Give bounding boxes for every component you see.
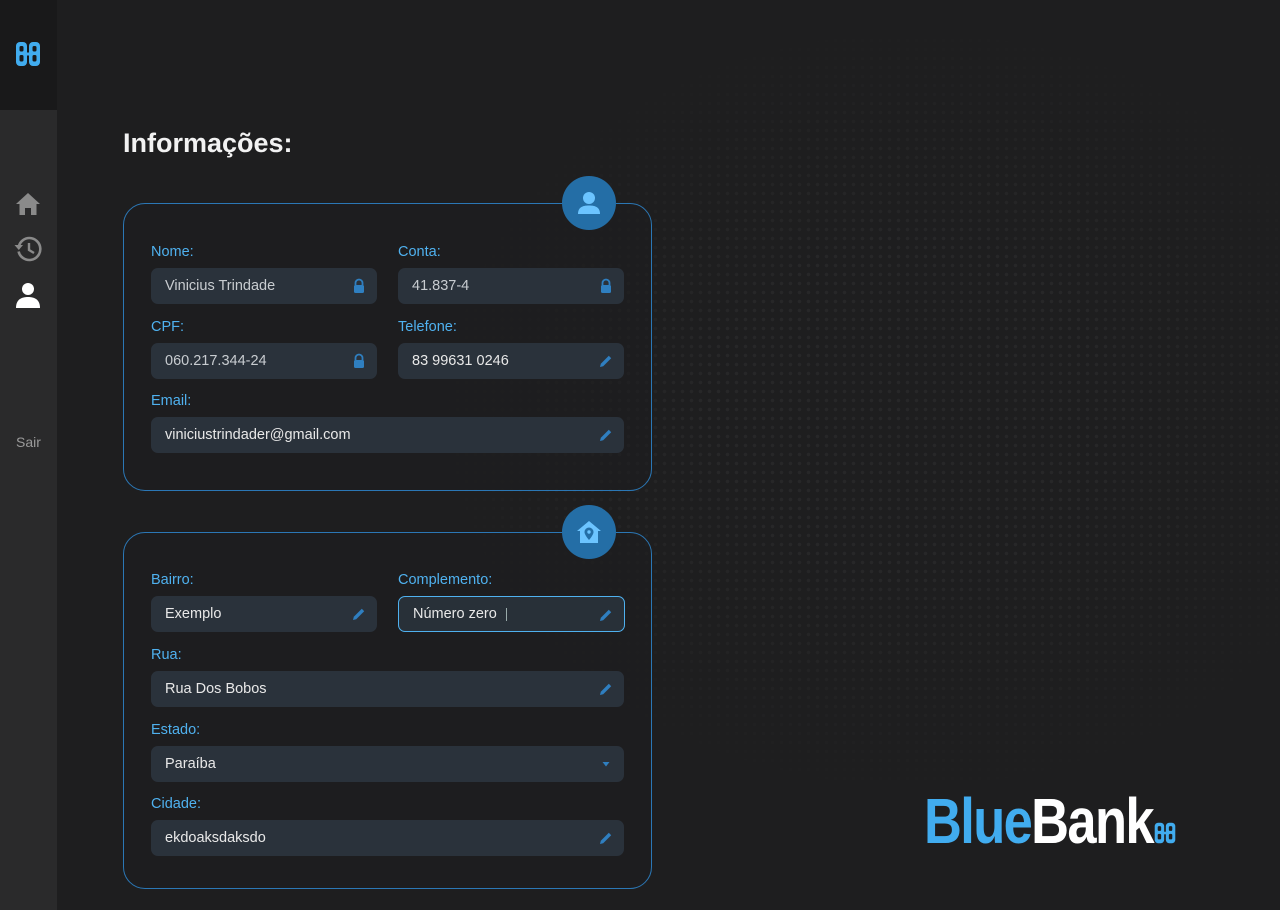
street-input[interactable]: Rua Dos Bobos: [151, 671, 624, 707]
lock-icon: [601, 278, 611, 293]
user-icon: [578, 192, 600, 214]
page-title: Informações:: [123, 128, 293, 158]
address-badge: [562, 505, 616, 559]
complement-input[interactable]: Número zero: [398, 596, 625, 632]
brand-part-blue: Blue: [924, 785, 1033, 857]
personal-info-card: Nome: Vinicius Trindade Conta: 41.837-4 …: [123, 176, 652, 491]
dropdown-arrow-icon[interactable]: [598, 756, 614, 772]
sidebar: Sair: [0, 110, 57, 910]
pencil-icon[interactable]: [598, 681, 614, 697]
city-label: Cidade:: [151, 796, 201, 812]
state-label: Estado:: [151, 722, 201, 738]
cpf-value: 060.217.344-24: [165, 353, 267, 369]
neighborhood-label: Bairro:: [151, 572, 194, 588]
address-card: Bairro: Exemplo Complemento: Número zero…: [123, 505, 652, 889]
city-input[interactable]: ekdoaksdaksdo: [151, 820, 624, 856]
lock-icon: [354, 353, 364, 368]
phone-label: Telefone:: [398, 319, 457, 335]
text-cursor: [505, 607, 507, 621]
logo-area: [0, 0, 57, 110]
street-value: Rua Dos Bobos: [165, 681, 267, 697]
logout-link[interactable]: Sair: [0, 434, 57, 450]
pencil-icon[interactable]: [598, 607, 614, 623]
account-value: 41.837-4: [412, 278, 470, 294]
home-icon[interactable]: [13, 189, 43, 219]
state-value: Paraíba: [165, 756, 216, 772]
cpf-label: CPF:: [151, 319, 185, 335]
brand-wordmark: BlueBank: [924, 789, 1155, 853]
name-label: Nome:: [151, 244, 194, 260]
brand-part-bank: Bank: [1031, 785, 1154, 857]
history-icon[interactable]: [13, 234, 43, 264]
email-input[interactable]: viniciustrindader@gmail.com: [151, 417, 624, 453]
bluebank-brand: BlueBank: [924, 783, 1177, 853]
bluebank-logo-icon: [1154, 822, 1176, 844]
name-field: Vinicius Trindade: [151, 268, 377, 304]
email-label: Email:: [151, 393, 192, 409]
complement-value: Número zero: [413, 606, 497, 622]
neighborhood-input[interactable]: Exemplo: [151, 596, 377, 632]
pencil-icon[interactable]: [598, 427, 614, 443]
cpf-field: 060.217.344-24: [151, 343, 377, 379]
neighborhood-value: Exemplo: [165, 606, 222, 622]
phone-value: 83 99631 0246: [412, 353, 509, 369]
complement-label: Complemento:: [398, 572, 493, 588]
street-label: Rua:: [151, 647, 182, 663]
pencil-icon[interactable]: [598, 830, 614, 846]
lock-icon: [354, 278, 364, 293]
account-field: 41.837-4: [398, 268, 624, 304]
city-value: ekdoaksdaksdo: [165, 830, 266, 846]
name-value: Vinicius Trindade: [165, 278, 276, 294]
account-label: Conta:: [398, 244, 441, 260]
house-location-icon: [577, 521, 601, 543]
phone-input[interactable]: 83 99631 0246: [398, 343, 624, 379]
pencil-icon[interactable]: [351, 606, 367, 622]
email-value: viniciustrindader@gmail.com: [165, 427, 351, 443]
user-icon[interactable]: [13, 280, 43, 310]
user-badge: [562, 176, 616, 230]
bluebank-logo-icon[interactable]: [14, 40, 42, 68]
state-select[interactable]: Paraíba: [151, 746, 624, 782]
pencil-icon[interactable]: [598, 353, 614, 369]
